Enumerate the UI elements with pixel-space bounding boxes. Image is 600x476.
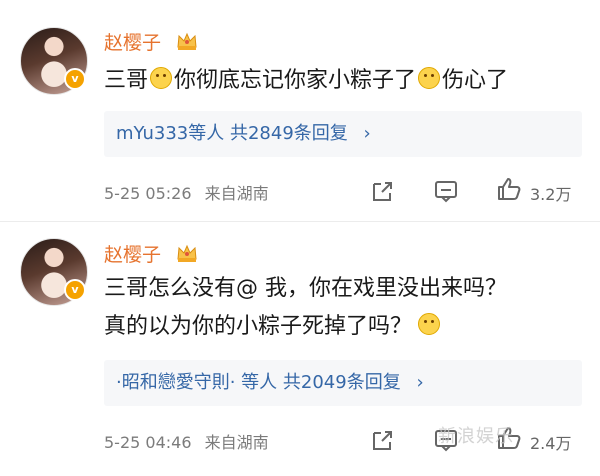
text-part: 伤心了 <box>442 68 509 93</box>
comment-icon[interactable] <box>433 178 459 204</box>
username[interactable]: 赵樱子 <box>104 240 161 267</box>
reply-count[interactable]: 共2849条回复 <box>230 123 348 144</box>
comment-text: 三哥怎么没有@ 我，你在戏里没出来吗？ 真的以为你的小粽子死掉了吗？ <box>104 270 507 346</box>
chevron-right-icon: › <box>363 123 371 144</box>
like-count: 2.4万 <box>530 434 572 453</box>
comment-meta: 5-25 04:46 来自湖南 <box>104 429 269 453</box>
text-line: 三哥怎么没有@ 我，你在戏里没出来吗？ <box>104 276 507 301</box>
share-icon[interactable] <box>370 427 396 453</box>
watermark: 新浪娱乐 <box>438 426 514 447</box>
comment-meta: 5-25 05:26 来自湖南 <box>104 180 269 204</box>
comment-text: 三哥 你彻底忘记你家小粽子了 伤心了 <box>104 62 508 100</box>
timestamp: 5-25 04:46 <box>104 433 192 452</box>
replies-summary[interactable]: mYu333等人 共2849条回复 › <box>104 111 582 157</box>
timestamp: 5-25 05:26 <box>104 184 192 203</box>
reply-users[interactable]: mYu333等人 <box>116 123 224 144</box>
text-part: 三哥 <box>104 68 149 93</box>
crown-icon <box>177 244 197 262</box>
verified-icon: v <box>64 68 86 90</box>
username[interactable]: 赵樱子 <box>104 28 161 55</box>
location: 来自湖南 <box>204 433 269 452</box>
verified-icon: v <box>64 279 86 301</box>
reply-count[interactable]: 共2049条回复 <box>283 372 401 393</box>
location: 来自湖南 <box>204 184 269 203</box>
crown-icon <box>177 32 197 50</box>
comment-1: v 赵樱子 三哥 你彻底忘记你家小粽子了 伤心了 mYu333等人 共2849条回复… <box>0 0 600 222</box>
like-icon[interactable] <box>496 176 522 202</box>
share-icon[interactable] <box>370 178 396 204</box>
replies-summary[interactable]: ·昭和戀愛守則· 等人 共2049条回复 › <box>104 360 582 406</box>
text-part: 你彻底忘记你家小粽子了 <box>174 68 417 93</box>
reply-users[interactable]: ·昭和戀愛守則· 等人 <box>116 372 277 393</box>
like-count: 3.2万 <box>530 185 572 204</box>
sad-emoji-icon <box>418 67 441 89</box>
smile-emoji-icon <box>150 67 173 89</box>
shocked-emoji-icon <box>418 313 441 335</box>
chevron-right-icon: › <box>416 372 424 393</box>
text-line: 真的以为你的小粽子死掉了吗？ <box>104 314 413 339</box>
